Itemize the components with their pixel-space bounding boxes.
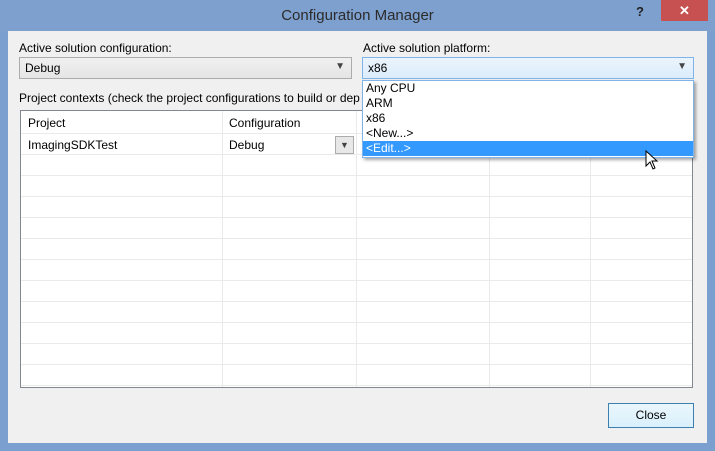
mouse-cursor-icon <box>645 150 659 170</box>
option-new[interactable]: <New...> <box>363 126 693 141</box>
column-divider[interactable] <box>222 111 223 387</box>
help-button[interactable]: ? <box>636 4 644 19</box>
platform-dropdown-list[interactable]: Any CPU ARM x86 <New...> <Edit...> <box>362 80 694 158</box>
window-close-button[interactable]: ✕ <box>661 0 708 21</box>
chevron-down-icon: ▼ <box>677 61 687 72</box>
option-edit[interactable]: <Edit...> <box>363 141 693 156</box>
header-configuration[interactable]: Configuration <box>229 116 300 130</box>
active-config-value: Debug <box>25 61 61 75</box>
project-contexts-label: Project contexts (check the project conf… <box>19 91 360 105</box>
active-platform-label: Active solution platform: <box>363 41 491 55</box>
active-config-combo[interactable]: Debug ▼ <box>19 57 352 79</box>
active-platform-value: x86 <box>368 61 388 75</box>
column-divider[interactable] <box>356 111 357 387</box>
close-button[interactable]: Close <box>608 403 694 428</box>
option-arm[interactable]: ARM <box>363 96 693 111</box>
header-project[interactable]: Project <box>28 116 65 130</box>
option-any-cpu[interactable]: Any CPU <box>363 81 693 96</box>
active-platform-combo[interactable]: x86 ▼ <box>362 57 694 79</box>
option-x86[interactable]: x86 <box>363 111 693 126</box>
active-config-label: Active solution configuration: <box>19 41 172 55</box>
project-configuration[interactable]: Debug <box>229 138 264 152</box>
project-name: ImagingSDKTest <box>28 138 118 152</box>
chevron-down-icon: ▼ <box>335 61 345 72</box>
chevron-down-icon[interactable]: ▼ <box>335 136 354 154</box>
window-title: Configuration Manager <box>281 7 434 24</box>
title-bar[interactable]: Configuration Manager ? ✕ <box>0 0 715 32</box>
